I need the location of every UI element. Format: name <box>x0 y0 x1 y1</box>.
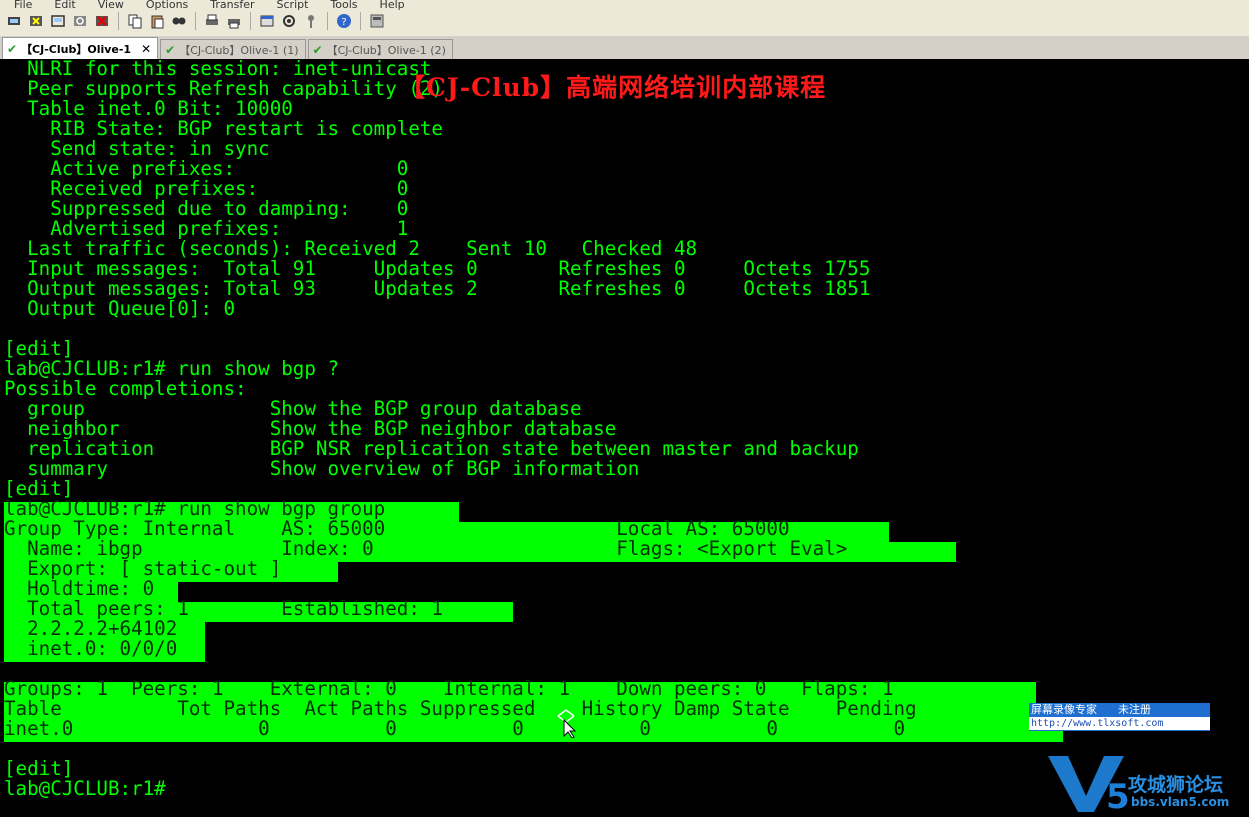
svg-text:?: ? <box>341 17 346 28</box>
terminal-line: Output messages: Total 93 Updates 2 Refr… <box>4 277 871 300</box>
copy-icon[interactable] <box>125 11 145 31</box>
terminal-line: Active prefixes: 0 <box>4 157 409 180</box>
mouse-cursor-icon <box>557 709 576 738</box>
terminal-line: [edit] <box>4 477 74 500</box>
keymap-icon[interactable] <box>301 11 321 31</box>
terminal-line: NLRI for this session: inet-unicast <box>4 59 432 80</box>
about-icon[interactable] <box>367 11 387 31</box>
menu-bar: File Edit View Options Transfer Script Tools He… <box>0 0 413 11</box>
reconnect-icon[interactable] <box>70 11 90 31</box>
recorder-unregistered-badge: 屏幕录像专家 未注册 http://www.tlxsoft.com <box>1029 703 1210 731</box>
terminal-line: Name: ibgp Index: 0 Flags: <Export Eval> <box>4 537 848 560</box>
toolbar: ? <box>4 10 387 32</box>
terminal-line: Last traffic (seconds): Received 2 Sent … <box>4 237 698 260</box>
terminal-line: inet.0 0 0 0 0 0 0 <box>4 717 906 740</box>
disconnect-icon[interactable] <box>92 11 112 31</box>
connect-icon[interactable] <box>4 11 24 31</box>
toolbar-separator <box>118 12 119 30</box>
terminal-line: Suppressed due to damping: 0 <box>4 197 409 220</box>
terminal-line: Output Queue[0]: 0 <box>4 297 236 320</box>
connect-tab-icon[interactable] <box>48 11 68 31</box>
terminal-line: [edit] <box>4 337 74 360</box>
terminal-line: Table Tot Paths Act Paths Suppressed His… <box>4 697 917 720</box>
session-options-icon[interactable] <box>257 11 277 31</box>
terminal-line: lab@CJCLUB:r1# <box>4 777 178 800</box>
connected-check-icon: ✔ <box>312 42 323 57</box>
tab-label: 【CJ-Club】Olive-1 <box>21 42 132 56</box>
terminal-line: group Show the BGP group database <box>4 397 582 420</box>
terminal-line: lab@CJCLUB:r1# run show bgp ? <box>4 357 340 380</box>
terminal-line: Holdtime: 0 <box>4 577 155 600</box>
connected-check-icon: ✔ <box>7 41 18 56</box>
find-icon[interactable] <box>169 11 189 31</box>
terminal-line: summary Show overview of BGP information <box>4 457 640 480</box>
terminal-line: Input messages: Total 91 Updates 0 Refre… <box>4 257 871 280</box>
paste-icon[interactable] <box>147 11 167 31</box>
terminal-line: inet.0: 0/0/0 <box>4 637 178 660</box>
terminal-line: Advertised prefixes: 1 <box>4 217 409 240</box>
terminal-line: Possible completions: <box>4 377 247 400</box>
forum-name: 攻城狮论坛 <box>1128 774 1224 796</box>
terminal-line: Groups: 1 Peers: 1 External: 0 Internal:… <box>4 677 894 700</box>
terminal-line: Received prefixes: 0 <box>4 177 409 200</box>
connected-check-icon: ✔ <box>165 42 176 57</box>
terminal-line: Send state: in sync <box>4 137 270 160</box>
course-title-watermark: 【CJ-Club】高端网络培训内部课程 <box>400 73 827 102</box>
terminal-line: [edit] <box>4 757 74 780</box>
tab-olive-1-1[interactable]: ✔ 【CJ-Club】Olive-1 (1) <box>160 39 306 59</box>
recorder-url: http://www.tlxsoft.com <box>1029 717 1210 730</box>
quick-connect-icon[interactable] <box>26 11 46 31</box>
forum-url: bbs.vlan5.com <box>1131 795 1230 809</box>
toolbar-separator <box>360 12 361 30</box>
terminal-line: Peer supports Refresh capability (2) <box>4 77 443 100</box>
print-setup-icon[interactable] <box>202 11 222 31</box>
toolbar-separator <box>195 12 196 30</box>
tab-label: 【CJ-Club】Olive-1 (2) <box>326 43 446 57</box>
print-icon[interactable] <box>224 11 244 31</box>
toolbar-separator <box>327 12 328 30</box>
terminal-line: Table inet.0 Bit: 10000 <box>4 97 293 120</box>
terminal-line: Export: [ static-out ] <box>4 557 282 580</box>
session-tab-bar: ✔ 【CJ-Club】Olive-1 ✕ ✔ 【CJ-Club】Olive-1 … <box>0 36 1249 60</box>
close-tab-icon[interactable]: ✕ <box>141 42 151 56</box>
global-options-icon[interactable] <box>279 11 299 31</box>
recorder-name: 屏幕录像专家 <box>1031 703 1097 716</box>
terminal-line: RIB State: BGP restart is complete <box>4 117 443 140</box>
terminal-line: neighbor Show the BGP neighbor database <box>4 417 617 440</box>
terminal-line: Total peers: 1 Established: 1 <box>4 597 443 620</box>
tab-olive-1[interactable]: ✔ 【CJ-Club】Olive-1 ✕ <box>2 37 159 59</box>
terminal-line: Group Type: Internal AS: 65000 Local AS:… <box>4 517 790 540</box>
help-icon[interactable]: ? <box>334 11 354 31</box>
toolbar-separator <box>250 12 251 30</box>
terminal-line: lab@CJCLUB:r1# run show bgp group <box>4 497 386 520</box>
tab-olive-1-2[interactable]: ✔ 【CJ-Club】Olive-1 (2) <box>307 39 453 59</box>
terminal-line: 2.2.2.2+64102 <box>4 617 178 640</box>
terminal-line: replication BGP NSR replication state be… <box>4 437 859 460</box>
tab-label: 【CJ-Club】Olive-1 (1) <box>179 43 299 57</box>
title-toolbar-area: File Edit View Options Transfer Script Tools He… <box>0 0 1249 36</box>
svg-text:5: 5 <box>1106 777 1130 814</box>
recorder-status: 未注册 <box>1117 703 1151 716</box>
